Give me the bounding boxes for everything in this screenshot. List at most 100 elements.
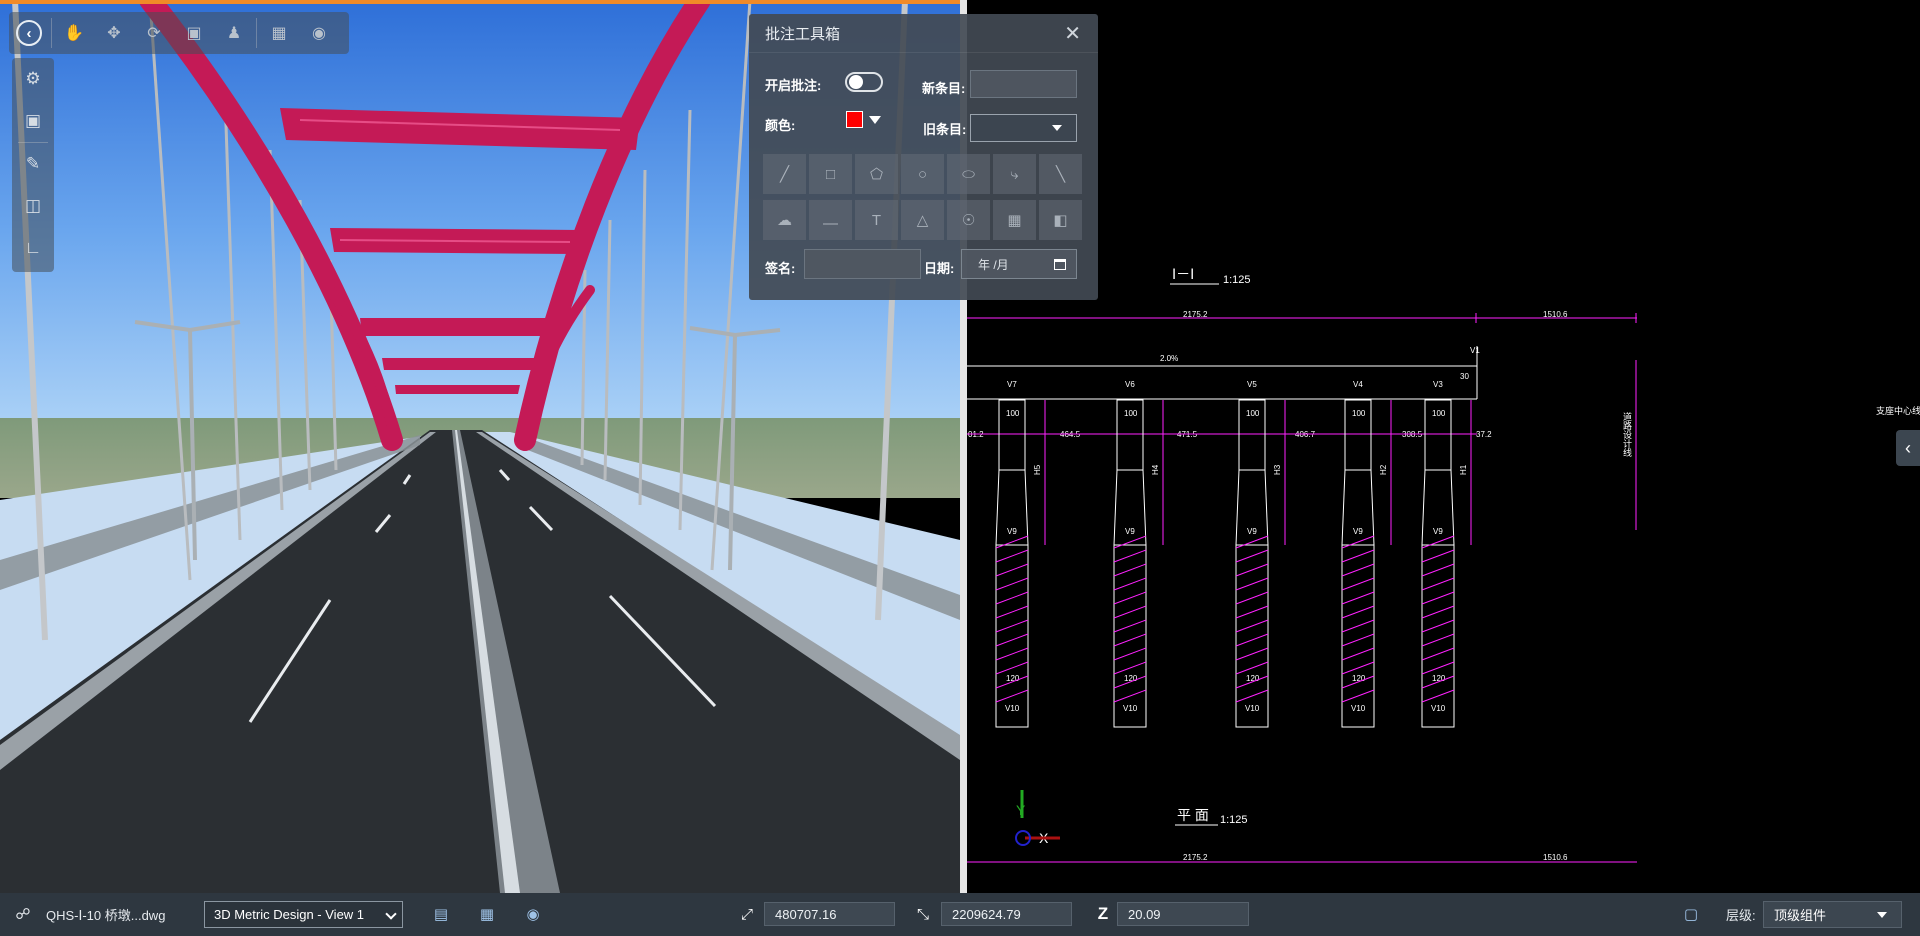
cube-icon[interactable]: ◫	[12, 185, 54, 227]
section-icon[interactable]: ▦	[259, 12, 299, 54]
circle-tool-icon[interactable]: ○	[901, 154, 944, 194]
pier-top-label: V3	[1433, 380, 1443, 389]
pile-hatch	[1341, 591, 1375, 605]
pier-column-side	[1142, 469, 1147, 546]
walk-icon[interactable]: ♟	[214, 12, 254, 54]
calendar-icon[interactable]	[1054, 258, 1066, 270]
pier-column-side	[1341, 469, 1346, 546]
pile-hatch	[995, 535, 1029, 549]
new-item-input[interactable]	[970, 70, 1077, 98]
pile-hatch	[1235, 591, 1269, 605]
pile-hatch	[1421, 535, 1455, 549]
section-scale: 1:125	[1223, 274, 1251, 286]
image-tool-icon[interactable]: ◧	[1039, 200, 1082, 240]
pier-bottom-label: V10	[1431, 704, 1446, 713]
pile-hatch	[1113, 647, 1147, 661]
level-select[interactable]: 顶级组件	[1763, 901, 1902, 928]
ellipse-tool-icon[interactable]: ⬭	[947, 154, 990, 194]
pier-column-side	[1370, 469, 1375, 546]
pile-hatch	[995, 605, 1029, 619]
arrow-tool-icon[interactable]: ╲	[1039, 154, 1082, 194]
toolbar-divider	[51, 18, 52, 48]
x-axis-icon: ⤢	[740, 905, 753, 923]
sync-view-icon[interactable]: ◉	[524, 905, 542, 923]
top-label: V1	[1470, 346, 1480, 355]
stamp-tool-icon[interactable]: ☉	[947, 200, 990, 240]
slope-label: 2.0%	[1160, 354, 1178, 363]
pile-hatch	[995, 577, 1029, 591]
old-item-select[interactable]	[970, 114, 1077, 142]
image-icon[interactable]: ▣	[12, 100, 54, 142]
collapse-panel-tab[interactable]: ‹	[1896, 430, 1920, 466]
pile-hatch	[1341, 577, 1375, 591]
pile-hatch	[995, 689, 1029, 703]
back-arrow-icon: ‹	[16, 20, 42, 46]
pier-top-label: V5	[1247, 380, 1257, 389]
zoom-window-icon[interactable]: ▣	[174, 12, 214, 54]
plan-title: 平 面	[1177, 807, 1209, 823]
pier-bottom-label: V10	[1123, 704, 1138, 713]
line-tool-icon[interactable]: ╱	[763, 154, 806, 194]
x-coordinate: 480707.16	[764, 902, 895, 926]
pile-hatch	[1421, 549, 1455, 563]
pier-bottom-label: V10	[1005, 704, 1020, 713]
date-input[interactable]: 年 /月	[961, 249, 1077, 279]
color-swatch[interactable]	[846, 111, 863, 128]
pan-hand-icon[interactable]: ✋	[54, 12, 94, 54]
enable-annotation-toggle[interactable]	[845, 72, 883, 92]
chevron-left-icon: ‹	[1905, 437, 1911, 458]
visibility-icon[interactable]: ◉	[299, 12, 339, 54]
dimension-tool-icon[interactable]: ⎼	[809, 200, 852, 240]
pile-hatch	[995, 591, 1029, 605]
text-tool-icon[interactable]: T	[855, 200, 898, 240]
rectangle-tool-icon[interactable]: □	[809, 154, 852, 194]
enable-annotation-label: 开启批注:	[765, 78, 822, 93]
navigation-toolbar: ‹ ✋ ✥ ⟳ ▣ ♟ ▦ ◉	[9, 12, 349, 54]
pile-hatch	[995, 549, 1029, 563]
pier-column-side	[1421, 469, 1426, 546]
pile-hatch	[1235, 689, 1269, 703]
fit-view-icon[interactable]: ▢	[1682, 905, 1700, 923]
view-select[interactable]: 3D Metric Design - View 1	[204, 901, 403, 928]
pier-top-label: V4	[1353, 380, 1363, 389]
file-name: QHS-Ⅰ-10 桥墩...dwg	[46, 908, 166, 923]
pile-hatch	[1235, 619, 1269, 633]
close-icon[interactable]: ✕	[1064, 21, 1081, 46]
pile-hatch	[1341, 619, 1375, 633]
ruler-icon[interactable]: ∟	[12, 227, 54, 269]
layout-grid-icon[interactable]: ▦	[478, 905, 496, 923]
file-icon: ☍	[15, 906, 31, 923]
pile-hatch	[995, 563, 1029, 577]
move-icon[interactable]: ✥	[94, 12, 134, 54]
pier-column-side	[1113, 469, 1118, 546]
pile-hatch	[1341, 535, 1375, 549]
triangle-tool-icon[interactable]: △	[901, 200, 944, 240]
level-select-value: 顶级组件	[1774, 908, 1827, 923]
z-axis-icon: Z	[1097, 904, 1109, 923]
pier-column-side	[995, 469, 1000, 546]
calculator-tool-icon[interactable]: ▦	[993, 200, 1036, 240]
dropdown-caret-icon	[1877, 912, 1887, 918]
properties-icon[interactable]: ▤	[432, 905, 450, 923]
top-accent-bar	[0, 0, 960, 4]
annotation-toolbox-panel: 批注工具箱 ✕ 开启批注: 新条目: 颜色: 旧条目: ╱ □ ⬠ ○ ⬭ ⤷ …	[749, 14, 1098, 300]
measure-icon[interactable]: ✎	[12, 143, 54, 185]
back-button[interactable]: ‹	[9, 12, 49, 54]
date-label: 日期:	[924, 261, 955, 276]
pile-hatch	[1113, 577, 1147, 591]
pier-column-side	[1024, 469, 1029, 546]
rotate-icon[interactable]: ⟳	[134, 12, 174, 54]
pile-hatch	[1421, 605, 1455, 619]
color-dropdown-caret-icon[interactable]	[869, 116, 881, 124]
old-item-label: 旧条目:	[923, 122, 967, 137]
date-placeholder: 年 /月	[978, 257, 1009, 272]
settings-gear-icon[interactable]: ⚙	[12, 58, 54, 100]
pier-mid-label: V9	[1007, 527, 1017, 536]
cad-drawing-view[interactable]: Ⅰ－Ⅰ 1:125 平 面 1:125 2175.2 1510.6 2175.2 1510.6…	[967, 0, 1920, 893]
pier-width-dim: 100	[1432, 409, 1446, 418]
spacing-dimension: 37.2	[1476, 430, 1492, 439]
polygon-tool-icon[interactable]: ⬠	[855, 154, 898, 194]
polyline-tool-icon[interactable]: ⤷	[993, 154, 1036, 194]
cloud-tool-icon[interactable]: ☁	[763, 200, 806, 240]
signature-input[interactable]	[804, 249, 921, 279]
